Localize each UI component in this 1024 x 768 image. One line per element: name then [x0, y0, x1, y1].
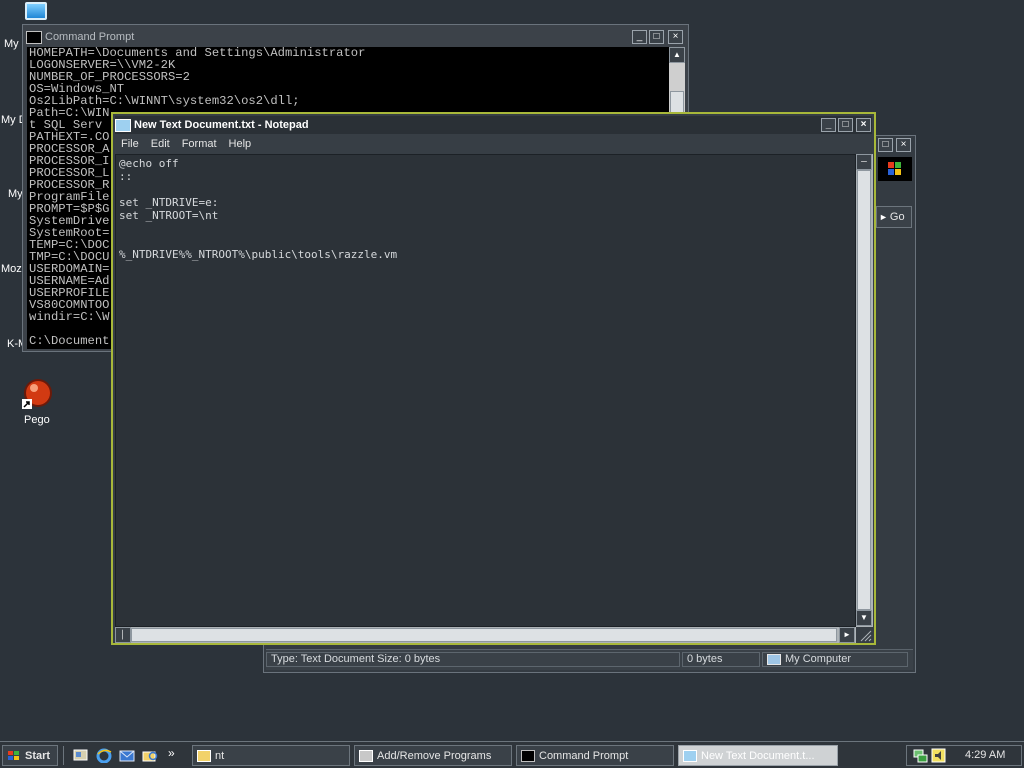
maximize-icon[interactable]: □	[649, 30, 664, 44]
pego-shortcut-label[interactable]: Pego	[24, 414, 50, 426]
folder-icon	[197, 749, 211, 762]
clock[interactable]: 4:29 AM	[965, 749, 1005, 761]
menu-help[interactable]: Help	[223, 138, 258, 150]
cmd-icon	[521, 749, 535, 762]
add-remove-icon	[359, 749, 373, 762]
notepad-icon[interactable]	[115, 118, 131, 132]
status-zone: My Computer	[762, 652, 908, 667]
network-icon[interactable]	[913, 748, 929, 763]
size-grip-icon[interactable]	[857, 627, 873, 643]
maximize-icon[interactable]: □	[878, 138, 893, 152]
start-button[interactable]: Start	[2, 745, 58, 766]
menu-format[interactable]: Format	[176, 138, 223, 150]
maximize-icon[interactable]: □	[838, 118, 853, 132]
system-tray: 4:29 AM	[906, 745, 1022, 766]
taskbar: Start » nt Add/Remove Programs Command P…	[0, 741, 1024, 768]
quick-launch-overflow[interactable]: »	[168, 746, 175, 760]
close-icon[interactable]: ×	[896, 138, 911, 152]
windows-flag-icon	[8, 750, 19, 760]
scroll-up-icon[interactable]: ─	[856, 154, 872, 170]
taskbar-button-command-prompt[interactable]: Command Prompt	[516, 745, 674, 766]
notepad-titlebar[interactable]: New Text Document.txt - Notepad _ □ ×	[115, 116, 872, 134]
taskbar-button-label: Add/Remove Programs	[377, 749, 492, 762]
vertical-scrollbar[interactable]: ─ ▼	[856, 154, 873, 627]
horizontal-scrollbar[interactable]: │ ►	[115, 627, 856, 643]
status-type-size: Type: Text Document Size: 0 bytes	[266, 652, 680, 667]
taskbar-button-label: nt	[215, 749, 225, 762]
explorer-icon[interactable]	[142, 748, 158, 763]
cmd-icon[interactable]	[26, 30, 42, 44]
volume-icon[interactable]	[931, 748, 947, 763]
desktop-computer-icon[interactable]	[25, 2, 47, 20]
close-icon[interactable]: ×	[856, 118, 871, 132]
scroll-right-icon[interactable]: ►	[839, 627, 855, 643]
notepad-title: New Text Document.txt - Notepad	[134, 119, 309, 131]
scroll-up-icon[interactable]: ▲	[669, 47, 685, 63]
taskbar-button-notepad[interactable]: New Text Document.t...	[678, 745, 838, 766]
notepad-window[interactable]: New Text Document.txt - Notepad _ □ × Fi…	[111, 112, 876, 645]
pego-shortcut-icon[interactable]	[20, 377, 54, 411]
desktop-icon-label-mozilla[interactable]: Moz	[1, 263, 22, 275]
command-prompt-titlebar[interactable]: Command Prompt _ □ ×	[26, 28, 685, 46]
notepad-content[interactable]: @echo off :: set _NTDRIVE=e: set _NTROOT…	[116, 155, 855, 261]
quick-launch-divider	[63, 746, 66, 765]
taskbar-button-label: New Text Document.t...	[701, 749, 815, 762]
desktop-icon-label-my[interactable]: My	[4, 38, 19, 50]
notepad-menubar: File Edit Format Help	[115, 135, 872, 153]
scroll-down-icon[interactable]: ▼	[856, 610, 872, 626]
menu-file[interactable]: File	[115, 138, 145, 150]
windows-logo-icon	[878, 157, 912, 181]
taskbar-button-label: Command Prompt	[539, 749, 629, 762]
go-button[interactable]: ► Go	[876, 206, 912, 228]
menu-edit[interactable]: Edit	[145, 138, 176, 150]
minimize-icon[interactable]: _	[632, 30, 647, 44]
explorer-statusbar: Type: Text Document Size: 0 bytes 0 byte…	[266, 649, 913, 670]
my-computer-icon	[767, 654, 781, 665]
taskbar-button-nt[interactable]: nt	[192, 745, 350, 766]
desktop-icon-label-my-network[interactable]: My	[8, 188, 23, 200]
taskbar-button-add-remove-programs[interactable]: Add/Remove Programs	[354, 745, 512, 766]
start-label: Start	[25, 749, 51, 762]
minimize-icon[interactable]: _	[821, 118, 836, 132]
notepad-icon	[683, 749, 697, 762]
scroll-left-icon[interactable]: │	[115, 627, 131, 643]
outlook-icon[interactable]	[119, 748, 135, 763]
status-size: 0 bytes	[682, 652, 760, 667]
status-zone-label: My Computer	[785, 653, 852, 665]
show-desktop-icon[interactable]	[73, 748, 89, 763]
internet-explorer-icon[interactable]	[96, 748, 112, 764]
command-prompt-title: Command Prompt	[45, 31, 135, 43]
horizontal-scroll-thumb[interactable]	[131, 628, 837, 642]
close-icon[interactable]: ×	[668, 30, 683, 44]
notepad-text-area[interactable]: @echo off :: set _NTDRIVE=e: set _NTROOT…	[115, 154, 856, 627]
vertical-scroll-thumb[interactable]	[857, 170, 871, 610]
go-arrow-icon: ►	[879, 212, 888, 222]
go-label: Go	[889, 211, 905, 223]
